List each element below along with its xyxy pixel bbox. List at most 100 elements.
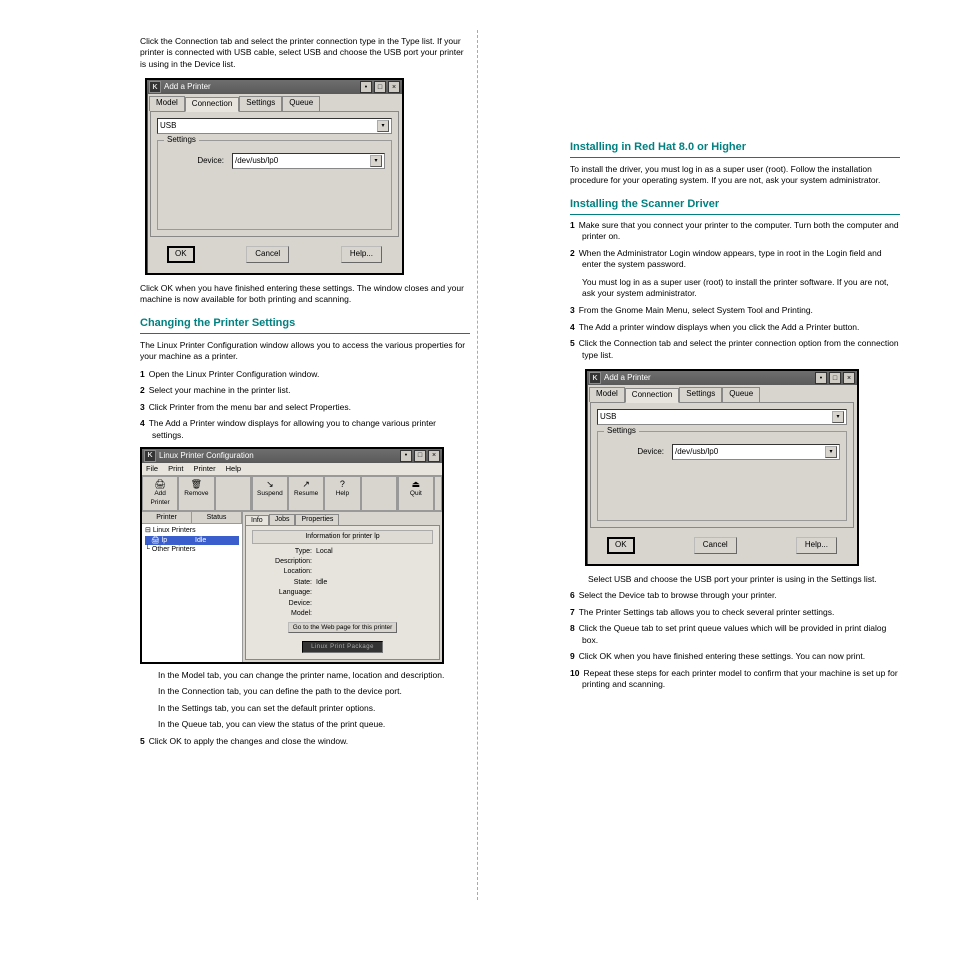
device-label: Device: xyxy=(164,156,224,167)
dialog-buttons: OK Cancel Help... xyxy=(587,531,857,564)
resume-button[interactable]: ↗Resume xyxy=(288,476,324,511)
body-text: Select USB and choose the USB port your … xyxy=(588,574,900,585)
menu-printer[interactable]: Printer xyxy=(194,464,216,474)
tab-settings[interactable]: Settings xyxy=(679,387,722,402)
add-printer-button[interactable]: 🖨Add Printer xyxy=(142,476,178,511)
body-text: In the Settings tab, you can set the def… xyxy=(158,703,470,714)
menu-help[interactable]: Help xyxy=(226,464,241,474)
tabbar: Model Connection Settings Queue xyxy=(147,94,402,111)
help-toolbar-button[interactable]: ?Help xyxy=(324,476,360,511)
tree-item-other[interactable]: └ Other Printers xyxy=(145,545,239,554)
info-title: Information for printer lp xyxy=(252,530,433,543)
step-item: 6Select the Device tab to browse through… xyxy=(582,590,900,601)
arrow-up-icon: ↗ xyxy=(292,479,320,489)
ok-button[interactable]: OK xyxy=(607,537,635,554)
section-heading: Installing in Red Hat 8.0 or Higher xyxy=(570,140,900,158)
device-label: Device: xyxy=(604,447,664,458)
help-button[interactable]: Help... xyxy=(341,246,382,263)
titlebar[interactable]: K Add a Printer • □ × xyxy=(587,371,857,385)
step-item: 5Click the Connection tab and select the… xyxy=(582,338,900,361)
linux-print-logo: Linux Print Package xyxy=(302,641,383,653)
tab-connection[interactable]: Connection xyxy=(185,97,239,112)
body-text: Click the Connection tab and select the … xyxy=(140,36,470,70)
body-text: The Linux Printer Configuration window a… xyxy=(140,340,470,363)
tab-queue[interactable]: Queue xyxy=(282,96,320,111)
close-button[interactable]: × xyxy=(388,81,400,93)
column-divider xyxy=(477,30,478,900)
toolbar: 🖨Add Printer 🗑Remove ↘Suspend ↗Resume ?H… xyxy=(142,476,442,512)
tab-panel: USB ▾ Settings Device: /dev/usb/lp0 ▾ xyxy=(590,402,854,528)
section-heading: Changing the Printer Settings xyxy=(140,316,470,334)
printer-icon: 🖨 xyxy=(146,479,174,489)
device-select[interactable]: /dev/usb/lp0 ▾ xyxy=(232,153,385,169)
help-button[interactable]: Help... xyxy=(796,537,837,554)
tree-root[interactable]: ⊟ Linux Printers xyxy=(145,526,239,535)
minimize-button[interactable]: • xyxy=(360,81,372,93)
step-item: 7The Printer Settings tab allows you to … xyxy=(582,607,900,618)
tab-settings[interactable]: Settings xyxy=(239,96,282,111)
menu-print[interactable]: Print xyxy=(168,464,183,474)
window-title: Linux Printer Configuration xyxy=(159,451,254,462)
web-page-button[interactable]: Go to the Web page for this printer xyxy=(288,622,398,633)
printer-tree: Printer Status ⊟ Linux Printers 🖨 lp Idl… xyxy=(142,512,243,662)
chevron-down-icon[interactable]: ▾ xyxy=(832,411,844,423)
device-value: /dev/usb/lp0 xyxy=(675,447,718,458)
step-item: 4The Add a printer window displays when … xyxy=(582,322,900,333)
connection-type-select[interactable]: USB ▾ xyxy=(597,409,847,425)
tab-model[interactable]: Model xyxy=(149,96,185,111)
quit-button[interactable]: ⏏Quit xyxy=(398,476,434,511)
minimize-button[interactable]: • xyxy=(400,450,412,462)
chevron-down-icon[interactable]: ▾ xyxy=(377,120,389,132)
left-column: Click the Connection tab and select the … xyxy=(140,30,470,752)
titlebar[interactable]: K Linux Printer Configuration • □ × xyxy=(142,449,442,463)
chevron-down-icon[interactable]: ▾ xyxy=(825,446,837,458)
arrow-down-icon: ↘ xyxy=(256,479,284,489)
add-printer-dialog: K Add a Printer • □ × Model Connection S… xyxy=(145,78,404,275)
menubar: File Print Printer Help xyxy=(142,463,442,476)
connection-type-value: USB xyxy=(160,121,176,132)
column-header-status[interactable]: Status xyxy=(192,512,242,523)
app-icon: K xyxy=(589,372,601,384)
step-item: 4The Add a Printer window displays for a… xyxy=(152,418,470,441)
body-text: In the Queue tab, you can view the statu… xyxy=(158,719,470,730)
settings-group: Settings Device: /dev/usb/lp0 ▾ xyxy=(597,431,847,521)
menu-file[interactable]: File xyxy=(146,464,158,474)
printer-config-window: K Linux Printer Configuration • □ × File… xyxy=(140,447,444,664)
window-title: Add a Printer xyxy=(604,373,651,384)
cancel-button[interactable]: Cancel xyxy=(694,537,737,554)
ok-button[interactable]: OK xyxy=(167,246,195,263)
step-item: 3From the Gnome Main Menu, select System… xyxy=(582,305,900,316)
tab-panel: USB ▾ Settings Device: /dev/usb/lp0 ▾ xyxy=(150,111,399,237)
tabbar: Model Connection Settings Queue xyxy=(587,385,857,402)
section-subheading: Installing the Scanner Driver xyxy=(570,197,900,215)
close-button[interactable]: × xyxy=(843,372,855,384)
exit-icon: ⏏ xyxy=(402,479,430,489)
titlebar[interactable]: K Add a Printer • □ × xyxy=(147,80,402,94)
app-icon: K xyxy=(149,81,161,93)
tab-model[interactable]: Model xyxy=(589,387,625,402)
properties-pane: Info Jobs Properties Information for pri… xyxy=(243,512,442,662)
maximize-button[interactable]: □ xyxy=(829,372,841,384)
step-item: 2Select your machine in the printer list… xyxy=(152,385,470,396)
help-icon: ? xyxy=(328,479,356,489)
close-button[interactable]: × xyxy=(428,450,440,462)
tab-jobs[interactable]: Jobs xyxy=(269,514,296,525)
connection-type-select[interactable]: USB ▾ xyxy=(157,118,392,134)
chevron-down-icon[interactable]: ▾ xyxy=(370,155,382,167)
minimize-button[interactable]: • xyxy=(815,372,827,384)
suspend-button[interactable]: ↘Suspend xyxy=(252,476,288,511)
tab-connection[interactable]: Connection xyxy=(625,388,679,403)
maximize-button[interactable]: □ xyxy=(414,450,426,462)
tab-queue[interactable]: Queue xyxy=(722,387,760,402)
remove-button[interactable]: 🗑Remove xyxy=(178,476,214,511)
tree-item-selected[interactable]: 🖨 lp Idle xyxy=(145,536,239,545)
device-select[interactable]: /dev/usb/lp0 ▾ xyxy=(672,444,840,460)
maximize-button[interactable]: □ xyxy=(374,81,386,93)
dialog-buttons: OK Cancel Help... xyxy=(147,240,402,273)
step-item: 3Click Printer from the menu bar and sel… xyxy=(152,402,470,413)
cancel-button[interactable]: Cancel xyxy=(246,246,289,263)
tab-properties[interactable]: Properties xyxy=(295,514,339,525)
column-header-printer[interactable]: Printer xyxy=(142,512,192,523)
step-item: 10Repeat these steps for each printer mo… xyxy=(582,668,900,691)
trash-icon: 🗑 xyxy=(182,479,210,489)
